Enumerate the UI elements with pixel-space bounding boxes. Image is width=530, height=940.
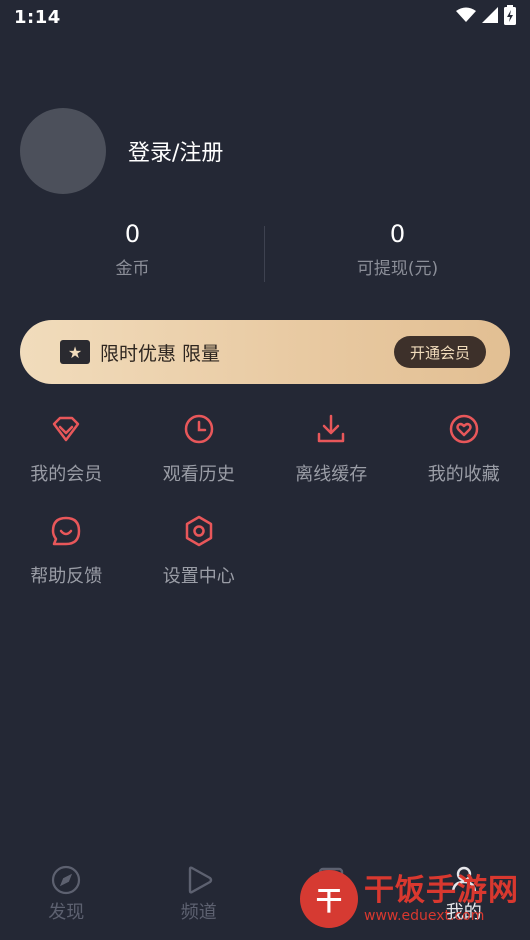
menu-item-label: 离线缓存 (295, 464, 368, 485)
menu-item-favorites[interactable]: 我的收藏 (398, 412, 530, 514)
vip-promo-text: 限时优惠 限量 (100, 342, 221, 365)
menu-grid: 我的会员 观看历史 离线缓存 我的收藏 帮助反馈 设置中心 (0, 412, 530, 616)
ticket-star-icon: ★ (60, 340, 90, 364)
status-bar: 1:14 (0, 0, 530, 34)
open-membership-button[interactable]: 开通会员 (393, 336, 486, 368)
watermark: 干 干饭手游网 www.eduext.com (300, 866, 520, 932)
play-icon (183, 864, 215, 896)
hexagon-settings-icon (182, 514, 216, 548)
menu-item-history[interactable]: 观看历史 (133, 412, 266, 514)
menu-item-label: 观看历史 (162, 464, 235, 485)
stat-withdrawable[interactable]: 0 可提现(元) (265, 218, 530, 288)
watermark-text: 干饭手游网 www.eduext.com (364, 873, 519, 925)
watermark-url: www.eduext.com (364, 908, 485, 924)
status-icons (456, 5, 516, 29)
menu-item-settings[interactable]: 设置中心 (133, 514, 266, 616)
menu-item-label: 我的会员 (30, 464, 103, 485)
diamond-icon (49, 412, 83, 446)
withdrawable-label: 可提现(元) (356, 259, 439, 279)
heart-icon (447, 412, 481, 446)
profile-header[interactable]: 登录/注册 (20, 108, 223, 194)
clock-icon (182, 412, 216, 446)
menu-item-membership[interactable]: 我的会员 (0, 412, 133, 514)
wifi-icon (456, 7, 476, 27)
menu-item-label: 帮助反馈 (30, 566, 103, 587)
stats-row: 0 金币 0 可提现(元) (0, 218, 530, 288)
menu-row: 帮助反馈 设置中心 (0, 514, 530, 616)
coins-label: 金币 (115, 259, 150, 279)
nav-label: 频道 (180, 902, 217, 923)
menu-item-offline-cache[interactable]: 离线缓存 (265, 412, 398, 514)
stats-divider (264, 226, 265, 282)
menu-item-label: 设置中心 (162, 566, 235, 587)
battery-icon (504, 5, 516, 29)
withdrawable-value: 0 (389, 220, 406, 248)
watermark-title: 干饭手游网 (364, 873, 519, 908)
menu-item-help-feedback[interactable]: 帮助反馈 (0, 514, 133, 616)
nav-label: 发现 (48, 902, 85, 923)
avatar[interactable] (20, 108, 106, 194)
compass-icon (50, 864, 82, 896)
menu-item-label: 我的收藏 (427, 464, 500, 485)
stat-coins[interactable]: 0 金币 (0, 218, 265, 288)
chat-smile-icon (49, 514, 83, 548)
nav-tab-discover[interactable]: 发现 (0, 858, 133, 940)
download-icon (314, 412, 348, 446)
nav-tab-channels[interactable]: 频道 (133, 858, 266, 940)
menu-row: 我的会员 观看历史 离线缓存 我的收藏 (0, 412, 530, 514)
vip-promo-banner[interactable]: ★ 限时优惠 限量 开通会员 (20, 320, 510, 384)
signal-icon (482, 7, 498, 27)
coins-value: 0 (124, 220, 141, 248)
watermark-logo: 干 (300, 870, 358, 928)
login-register-link[interactable]: 登录/注册 (128, 135, 223, 167)
status-time: 1:14 (14, 6, 61, 28)
